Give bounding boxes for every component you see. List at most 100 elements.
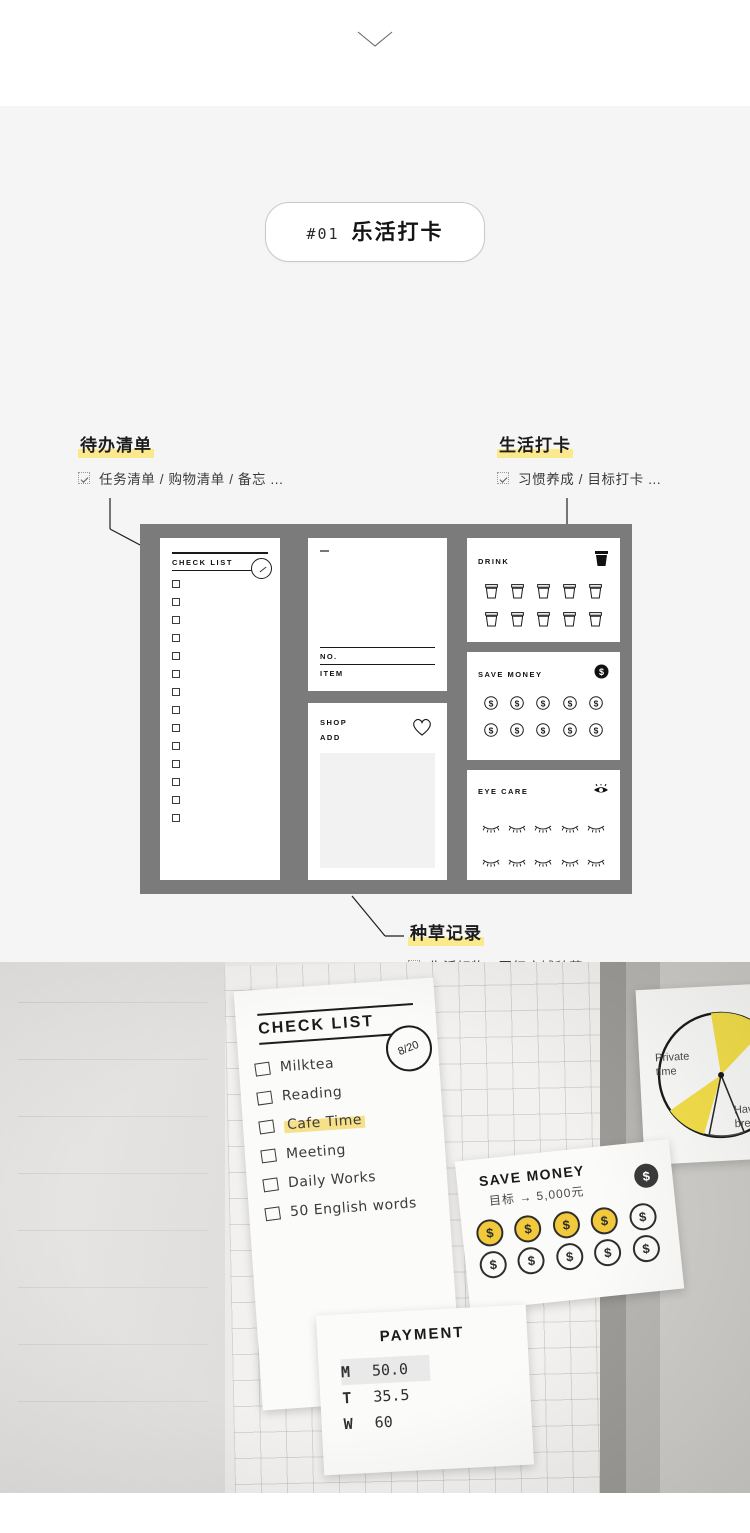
checkbox[interactable]: [172, 796, 180, 804]
pie-label-right: Have abreak: [733, 1102, 750, 1131]
dollar-coin-outline-icon[interactable]: $: [562, 723, 577, 742]
checkbox[interactable]: [172, 670, 180, 678]
dollar-coin-outline-icon[interactable]: $: [510, 696, 525, 715]
cup-outline-icon[interactable]: [484, 584, 498, 604]
svg-text:$: $: [594, 725, 599, 735]
svg-text:$: $: [515, 725, 520, 735]
cup-outline-icon[interactable]: [589, 612, 603, 632]
checkbox[interactable]: [172, 742, 180, 750]
payment-day: T: [341, 1388, 352, 1408]
item-text: Milktea: [279, 1055, 335, 1076]
closed-eye-icon[interactable]: [586, 820, 606, 838]
dollar-coin-outline-icon[interactable]: $: [510, 723, 525, 742]
note-card: NO. ITEM: [308, 538, 447, 691]
showcase-column-right: DRINK SAVE MONEY $ $ $ $ $ $ $ $ $ $ $ E…: [455, 524, 632, 894]
filled-dollar-coin-icon: $: [594, 664, 609, 684]
closed-eye-icon[interactable]: [533, 820, 553, 838]
closed-eye-icon[interactable]: [533, 854, 553, 872]
checkbox[interactable]: [172, 598, 180, 606]
payment-day: W: [343, 1414, 354, 1434]
eye-care-slots: [478, 820, 609, 872]
save-money-slots: $ $ $ $ $ $ $ $ $ $: [478, 696, 609, 742]
closed-eye-icon[interactable]: [586, 854, 606, 872]
checkbox[interactable]: [172, 634, 180, 642]
checkbox[interactable]: [172, 760, 180, 768]
showcase-column-left: CHECK LIST: [140, 524, 300, 894]
coin-filled: $: [551, 1210, 582, 1240]
payment-amount: 35.5: [372, 1385, 410, 1406]
photo-save-coins: $ $ $ $ $ $ $ $ $ $: [475, 1201, 667, 1280]
payment-amount: 60: [374, 1412, 394, 1432]
checkbox[interactable]: [172, 652, 180, 660]
photo-payment-table: M 50.0 T 35.5 W 60: [340, 1354, 433, 1438]
dollar-coin-outline-icon[interactable]: $: [484, 723, 498, 742]
photo-date-value: 8/20: [396, 1038, 421, 1058]
checkbox[interactable]: [172, 724, 180, 732]
dollar-coin-outline-icon[interactable]: $: [562, 696, 577, 715]
shop-card: SHOP ADD: [308, 703, 447, 880]
leader-line-seed-d: [351, 895, 386, 937]
closed-eye-icon[interactable]: [507, 820, 527, 838]
handwritten-checkbox-icon: [258, 1119, 275, 1134]
chevron-down-icon[interactable]: [355, 28, 395, 50]
photo-pie-note: Privatetime Have abreak: [635, 981, 750, 1166]
product-showcase: CHECK LIST NO. ITEM SHOP ADD DRINK SAVE …: [140, 524, 632, 894]
cup-outline-icon[interactable]: [537, 584, 550, 604]
checkbox[interactable]: [172, 778, 180, 786]
drink-header: DRINK: [478, 550, 609, 572]
item-text: Daily Works: [287, 1169, 377, 1192]
photo-payment-title: PAYMENT: [379, 1323, 465, 1346]
checkbox[interactable]: [172, 580, 180, 588]
item-text: Reading: [281, 1084, 343, 1105]
handwritten-checkbox-icon: [260, 1147, 277, 1163]
svg-text:$: $: [599, 667, 604, 677]
note-label-item: ITEM: [320, 669, 344, 678]
closed-eye-icon[interactable]: [481, 854, 501, 872]
lifestyle-photo: Privatetime Have abreak CHECK LIST 8/20 …: [0, 962, 750, 1533]
dollar-coin-outline-icon[interactable]: $: [589, 696, 603, 715]
checkbox[interactable]: [172, 814, 180, 822]
svg-text:$: $: [541, 698, 546, 708]
coin-filled: $: [513, 1214, 543, 1244]
cup-outline-icon[interactable]: [510, 612, 524, 632]
cup-outline-icon[interactable]: [484, 612, 498, 632]
photo-bottom-fade: [0, 1493, 750, 1533]
checkbox[interactable]: [172, 688, 180, 696]
dollar-coin-outline-icon[interactable]: $: [536, 723, 551, 742]
eye-care-card: EYE CARE: [467, 770, 620, 880]
photo-save-money-note: SAVE MONEY 目标 → 5,000元 $ $ $ $ $ $ $ $ $…: [454, 1139, 685, 1311]
cup-outline-icon[interactable]: [510, 584, 524, 604]
cup-outline-icon[interactable]: [563, 612, 577, 632]
checkbox[interactable]: [172, 706, 180, 714]
closed-eye-icon[interactable]: [507, 854, 527, 872]
heart-outline-icon: [411, 717, 433, 742]
dollar-coin-outline-icon[interactable]: $: [589, 723, 603, 742]
dollar-coin-outline-icon[interactable]: $: [484, 696, 498, 715]
list-item: 50 English words: [264, 1193, 450, 1222]
coin-empty: $: [478, 1249, 509, 1280]
save-money-header: SAVE MONEY $: [478, 664, 609, 684]
item-text: Meeting: [285, 1142, 347, 1163]
save-money-title: SAVE MONEY: [478, 669, 543, 679]
closed-eye-icon[interactable]: [560, 820, 580, 838]
dollar-coin-outline-icon[interactable]: $: [536, 696, 551, 715]
closed-eye-icon[interactable]: [481, 820, 501, 838]
payment-day: M: [340, 1362, 351, 1382]
item-text: 50 English words: [289, 1195, 418, 1221]
svg-text:$: $: [541, 725, 546, 735]
svg-text:$: $: [489, 725, 494, 735]
cup-outline-icon[interactable]: [563, 584, 577, 604]
note-card-footer: NO. ITEM: [320, 647, 435, 681]
drink-title: DRINK: [478, 556, 510, 566]
eye-care-title: EYE CARE: [478, 786, 529, 796]
cup-outline-icon[interactable]: [537, 612, 550, 632]
handwritten-checkbox-icon: [264, 1205, 281, 1221]
svg-text:$: $: [567, 725, 572, 735]
checkbox[interactable]: [172, 616, 180, 624]
photo-payment-note: PAYMENT M 50.0 T 35.5 W 60: [315, 1304, 535, 1476]
eye-care-header: EYE CARE: [478, 782, 609, 800]
cup-outline-icon[interactable]: [589, 584, 603, 604]
top-bar: [0, 0, 750, 106]
note-label-no: NO.: [320, 652, 338, 661]
closed-eye-icon[interactable]: [560, 854, 580, 872]
